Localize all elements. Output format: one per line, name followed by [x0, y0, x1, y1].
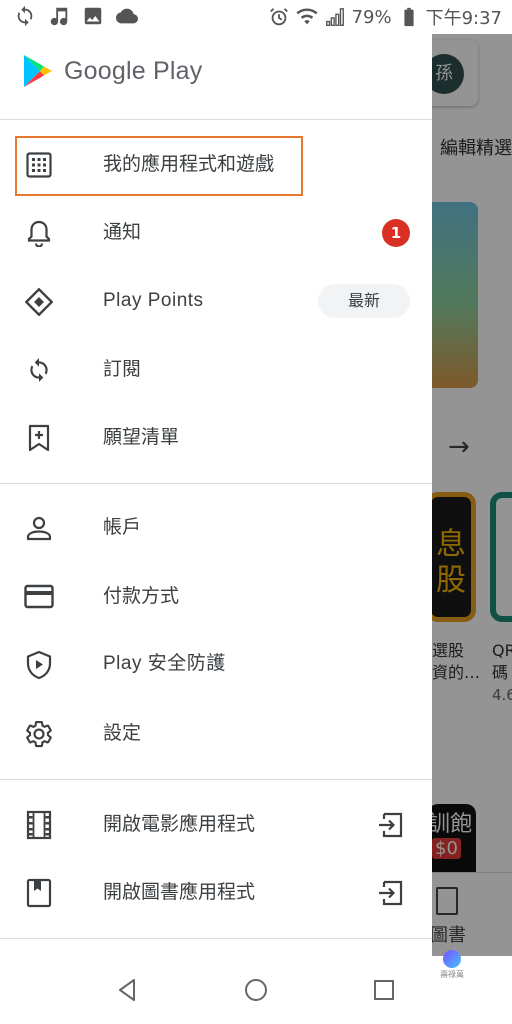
- menu-item-label: 開啟電影應用程式: [103, 813, 256, 835]
- menu-item-settings[interactable]: 設定: [0, 705, 432, 761]
- divider: [0, 483, 432, 484]
- gear-icon: [24, 719, 54, 749]
- grid-icon: [24, 150, 54, 180]
- battery-icon: [403, 7, 414, 27]
- notification-badge: 1: [382, 219, 410, 247]
- back-icon[interactable]: [114, 976, 142, 1004]
- navigation-drawer: Google Play 我的應用程式和遊戲 通知 1 Play Points 最…: [0, 34, 432, 956]
- menu-item-wishlist[interactable]: 願望清單: [0, 409, 432, 465]
- google-play-logo: [24, 55, 52, 87]
- watermark: 壽祿萬: [438, 950, 466, 980]
- status-bar: 79% 下午9:37: [0, 0, 512, 34]
- menu-item-subscriptions[interactable]: 訂閱: [0, 341, 432, 397]
- menu-item-label: 願望清單: [103, 426, 180, 448]
- new-chip: 最新: [318, 284, 410, 318]
- film-icon: [24, 810, 54, 840]
- menu-item-label: 帳戶: [103, 516, 142, 538]
- divider: [0, 119, 432, 120]
- battery-percent: 79%: [351, 6, 392, 28]
- sync-icon: [17, 5, 33, 27]
- divider: [0, 779, 432, 780]
- brand-name: Google Play: [64, 56, 203, 85]
- refresh-icon: [24, 355, 54, 385]
- person-icon: [24, 513, 54, 543]
- shield-play-icon: [24, 650, 54, 680]
- home-icon[interactable]: [242, 976, 270, 1004]
- menu-item-label: Play 安全防護: [103, 653, 226, 674]
- watermark-logo: [443, 950, 461, 968]
- menu-item-label: 開啟圖書應用程式: [103, 881, 256, 903]
- exit-to-app-icon: [376, 878, 406, 908]
- menu-item-account[interactable]: 帳戶: [0, 499, 432, 555]
- menu-item-notifications[interactable]: 通知 1: [0, 204, 432, 260]
- cloud-icon: [116, 8, 138, 24]
- status-right-icons: 79% 下午9:37: [268, 4, 502, 30]
- status-left-icons: [14, 5, 138, 27]
- wifi-icon: [296, 8, 318, 25]
- menu-item-play-points[interactable]: Play Points 最新: [0, 273, 432, 329]
- watermark-text: 壽祿萬: [440, 970, 464, 979]
- menu-item-open-books[interactable]: 開啟圖書應用程式: [0, 864, 432, 920]
- menu-item-label: Play Points: [103, 290, 204, 311]
- drawer-scrim[interactable]: [432, 34, 512, 956]
- bell-icon: [24, 218, 54, 248]
- credit-card-icon: [24, 582, 54, 612]
- diamond-icon: [24, 287, 54, 317]
- menu-item-label: 付款方式: [103, 585, 180, 607]
- menu-item-label: 通知: [103, 221, 142, 243]
- system-navigation-bar: [0, 956, 512, 1024]
- menu-item-label: 我的應用程式和遊戲: [103, 153, 275, 175]
- menu-item-play-protect[interactable]: Play 安全防護: [0, 636, 432, 692]
- music-icon: [50, 7, 68, 26]
- exit-to-app-icon: [376, 810, 406, 840]
- menu-item-label: 訂閱: [103, 358, 142, 380]
- menu-item-my-apps[interactable]: 我的應用程式和遊戲: [0, 136, 432, 192]
- signal-icon: [325, 8, 344, 26]
- recents-icon[interactable]: [370, 976, 398, 1004]
- menu-item-label: 設定: [103, 722, 142, 744]
- alarm-icon: [269, 8, 288, 26]
- brand-header: Google Play: [22, 54, 202, 88]
- bookmark-add-icon: [24, 423, 54, 453]
- image-icon: [84, 7, 102, 25]
- book-icon: [24, 878, 54, 908]
- divider: [0, 938, 432, 939]
- menu-item-open-movies[interactable]: 開啟電影應用程式: [0, 796, 432, 852]
- clock: 下午9:37: [425, 8, 502, 29]
- menu-item-payment-methods[interactable]: 付款方式: [0, 568, 432, 624]
